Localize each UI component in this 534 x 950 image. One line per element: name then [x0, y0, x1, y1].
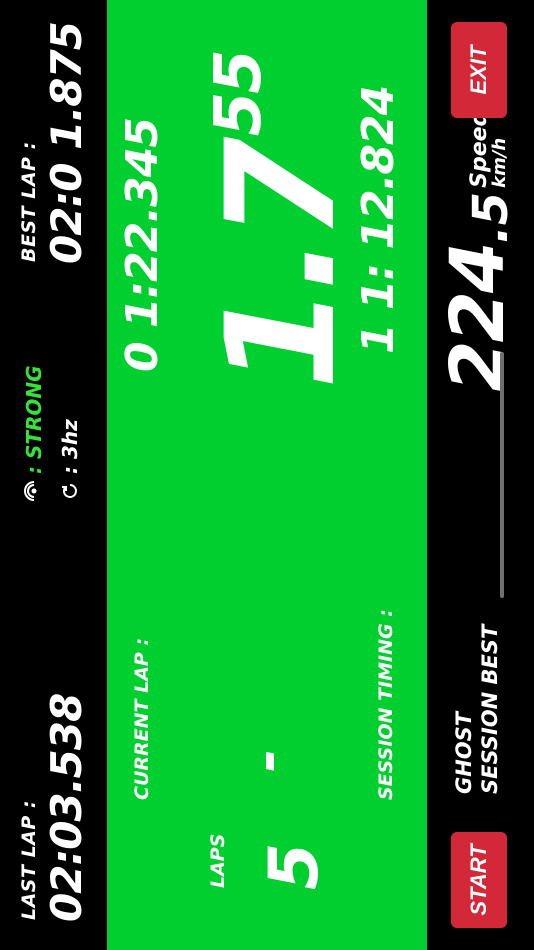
- laps-value: 5: [255, 842, 334, 890]
- speed-display: 224 .5 Speed km/h: [435, 110, 521, 392]
- ghost-mode: GHOST SESSION BEST: [451, 625, 503, 794]
- start-button[interactable]: START: [451, 832, 507, 928]
- speed-decimal: .5: [463, 191, 519, 244]
- lap-timer-screen: LAST LAP : 02:03.538 : STRONG: 3hz BEST…: [0, 0, 534, 950]
- speed-caption: Speed km/h: [467, 110, 510, 188]
- session-time: 1 1: 12.824: [353, 85, 404, 354]
- speed-unit: km/h: [489, 137, 510, 188]
- reference-time: 0 1:22.345: [117, 118, 168, 372]
- last-lap-label: LAST LAP :: [18, 799, 40, 920]
- delta-display: 1.7 55: [195, 51, 369, 390]
- exit-button[interactable]: EXIT: [451, 22, 507, 118]
- info-strip: LAST LAP : 02:03.538 : STRONG: 3hz BEST…: [0, 0, 107, 950]
- scroll-indicator[interactable]: [500, 352, 504, 598]
- delta-sub: 55: [202, 51, 276, 137]
- current-lap-label: CURRENT LAP :: [131, 637, 153, 800]
- gps-signal-icon: [23, 480, 45, 502]
- ghost-session-best: SESSION BEST: [478, 624, 502, 794]
- ghost-label: GHOST: [452, 711, 476, 794]
- timing-panel: LAPS 5 CURRENT LAP : - SESSION TIMING : …: [107, 0, 427, 950]
- gps-signal-text: : STRONG: [22, 365, 46, 474]
- speed-label: Speed: [467, 110, 492, 188]
- laps-label: LAPS: [207, 833, 229, 888]
- refresh-icon: [59, 480, 81, 502]
- current-lap-value: -: [235, 748, 300, 772]
- best-lap-label: BEST LAP :: [18, 141, 40, 262]
- best-lap-value: 02:0 1.875: [42, 22, 91, 264]
- gps-rate: : 3hz: [58, 419, 82, 502]
- gps-rate-text: : 3hz: [58, 419, 82, 474]
- control-strip: START GHOST SESSION BEST 224 .5 Speed km…: [427, 0, 534, 950]
- delta-main: 1.7: [195, 142, 369, 390]
- session-timing-label: SESSION TIMING :: [375, 609, 397, 800]
- landscape-layout: LAST LAP : 02:03.538 : STRONG: 3hz BEST…: [0, 0, 534, 950]
- gps-signal: : STRONG: [22, 365, 46, 502]
- last-lap-value: 02:03.538: [42, 693, 91, 922]
